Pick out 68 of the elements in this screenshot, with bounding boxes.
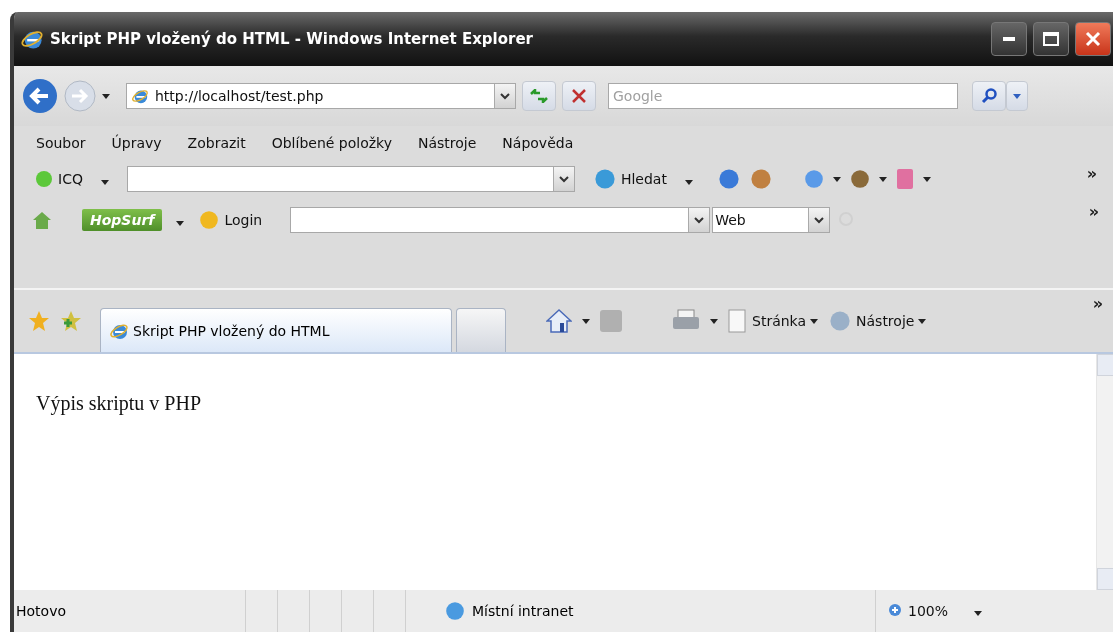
hopsurf-dropdown[interactable] <box>688 208 710 232</box>
caret-icon <box>176 220 185 226</box>
menu-item[interactable]: Oblíbené položky <box>265 135 404 151</box>
caret-icon <box>582 318 590 324</box>
maximize-icon <box>1043 32 1059 46</box>
house-icon <box>32 210 52 230</box>
caret-icon <box>918 318 927 324</box>
zoom-icon <box>888 603 904 619</box>
stop-button[interactable] <box>562 81 596 111</box>
caret-icon <box>1013 93 1021 99</box>
address-dropdown[interactable] <box>494 84 515 108</box>
menu-item[interactable]: Zobrazit <box>181 135 258 151</box>
maximize-button[interactable] <box>1033 22 1069 56</box>
chevron-down-icon <box>558 175 569 183</box>
minimize-button[interactable] <box>991 22 1027 56</box>
page-menu-button[interactable]: Stránka <box>728 309 819 333</box>
page-text: Výpis skriptu v PHP <box>36 392 202 414</box>
search-icon <box>981 88 997 104</box>
tab-label: Skript PHP vložený do HTML <box>133 322 330 339</box>
menu-item[interactable]: Úpravy <box>105 135 174 151</box>
document-icon <box>728 309 748 333</box>
caret-icon <box>102 93 110 99</box>
overflow-chevron[interactable]: » <box>1088 202 1099 221</box>
zone-text: Místní intranet <box>472 603 574 619</box>
search-options-button[interactable] <box>1006 81 1028 111</box>
caret-icon <box>878 176 887 182</box>
browser-tab[interactable]: Skript PHP vložený do HTML <box>100 308 452 352</box>
hledat-button[interactable]: Hledat <box>592 167 667 191</box>
address-field[interactable]: http://localhost/test.php <box>126 83 516 109</box>
chevron-down-icon <box>814 216 825 224</box>
engine-select[interactable]: Web <box>712 207 831 233</box>
close-icon <box>1085 31 1101 47</box>
add-star-icon[interactable] <box>60 310 82 332</box>
window-title: Skript PHP vložený do HTML - Windows Internet Explorer <box>50 30 534 48</box>
caret-icon <box>974 611 983 616</box>
menu-item[interactable]: Nástroje <box>412 135 489 151</box>
hopsurf-search-field[interactable] <box>290 207 711 233</box>
caret-icon <box>922 176 931 182</box>
tools-menu-button[interactable]: Nástroje <box>828 309 927 333</box>
icq-dropdown[interactable] <box>552 167 574 191</box>
card-icon <box>894 168 915 190</box>
menu-item[interactable]: Nápověda <box>496 135 586 151</box>
menu-item[interactable]: Soubor <box>30 135 98 151</box>
icq-button[interactable]: ICQ <box>34 169 83 189</box>
login-button[interactable]: Login <box>198 209 263 231</box>
overflow-chevron[interactable]: » <box>1092 294 1103 313</box>
refresh-button[interactable] <box>522 81 556 111</box>
status-text: Hotovo <box>16 603 66 619</box>
overflow-chevron[interactable]: » <box>1086 164 1097 183</box>
refresh-icon <box>530 89 548 103</box>
caret-icon <box>684 179 693 185</box>
chevron-down-icon <box>500 92 510 100</box>
chevron-down-icon <box>694 216 705 224</box>
close-button[interactable] <box>1075 22 1111 56</box>
caret-icon <box>100 179 109 185</box>
scrollbar[interactable] <box>1096 354 1113 590</box>
caret-icon <box>832 176 841 182</box>
back-button[interactable] <box>22 78 58 114</box>
caret-icon <box>710 318 718 324</box>
icq-search-field[interactable] <box>126 166 575 192</box>
star-icon[interactable] <box>28 310 50 332</box>
caret-icon <box>810 318 819 324</box>
minimize-icon <box>1003 37 1015 41</box>
browser-logo-icon <box>131 87 149 105</box>
home-icon[interactable] <box>546 308 572 334</box>
search-button[interactable] <box>972 81 1006 111</box>
stop-icon <box>572 89 586 103</box>
zoom-button[interactable]: 100% <box>888 603 983 619</box>
